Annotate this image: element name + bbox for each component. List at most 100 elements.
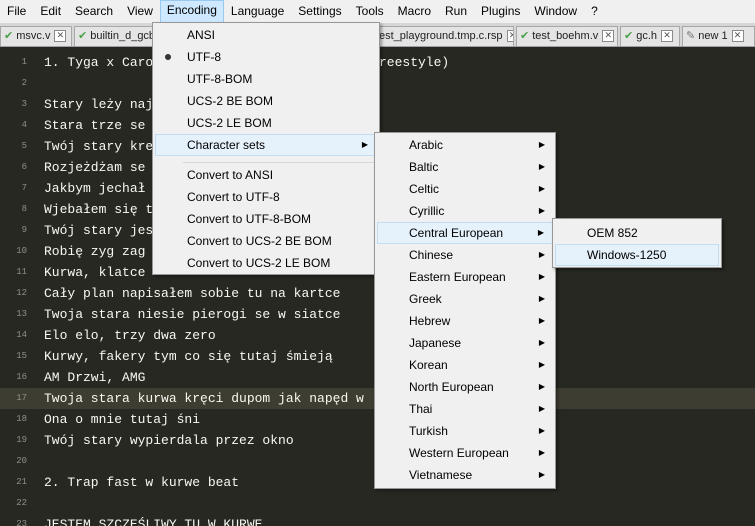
saved-check-icon: ✔ — [520, 30, 530, 42]
encoding-utf8[interactable]: UTF-8 — [155, 46, 377, 68]
codepage-oem-852[interactable]: OEM 852 — [555, 222, 719, 244]
charset-central-european[interactable]: Central European ▶ — [377, 222, 553, 244]
charset-arabic[interactable]: Arabic ▶ — [377, 134, 553, 156]
menu-help[interactable]: ? — [584, 1, 605, 22]
tab-label: msvc.v — [16, 30, 51, 42]
submenu-arrow-icon: ▶ — [361, 140, 368, 149]
saved-check-icon: ✔ — [624, 30, 634, 42]
close-icon[interactable]: ✕ — [731, 30, 744, 43]
line-number: 19 — [16, 435, 27, 445]
line-text: Twój stary wypierdala przez okno — [44, 433, 294, 448]
encoding-ansi[interactable]: ANSI — [155, 24, 377, 46]
convert-to-ansi[interactable]: Convert to ANSI — [155, 164, 377, 186]
tab-msvc-v[interactable]: ✔ msvc.v ✕ — [0, 26, 72, 46]
menu-item-label: Baltic — [409, 160, 439, 174]
convert-to-ucs2-le-bom[interactable]: Convert to UCS-2 LE BOM — [155, 252, 377, 274]
encoding-ucs2-be-bom[interactable]: UCS-2 BE BOM — [155, 90, 377, 112]
menu-language[interactable]: Language — [224, 1, 291, 22]
line-text: 1. Tyga x Caro — [44, 55, 154, 70]
line-text: Cały plan napisałem sobie tu na kartce — [44, 286, 341, 301]
charset-japanese[interactable]: Japanese ▶ — [377, 332, 553, 354]
menu-encoding[interactable]: Encoding — [159, 0, 224, 23]
encoding-character-sets[interactable]: Character sets ▶ — [155, 134, 377, 156]
menu-item-label: Turkish — [409, 424, 448, 438]
submenu-arrow-icon: ▶ — [538, 426, 545, 435]
menu-macro[interactable]: Macro — [391, 1, 438, 22]
charset-western-european[interactable]: Western European ▶ — [377, 442, 553, 464]
menu-run[interactable]: Run — [438, 1, 474, 22]
tab-new-1[interactable]: ✎ new 1 ✕ — [682, 26, 755, 46]
line-text: Stary leży naj — [44, 97, 154, 112]
line-number: 8 — [21, 204, 27, 214]
encoding-menu: ANSI UTF-8 UTF-8-BOM UCS-2 BE BOM UCS-2 … — [152, 22, 380, 275]
convert-to-ucs2-be-bom[interactable]: Convert to UCS-2 BE BOM — [155, 230, 377, 252]
submenu-arrow-icon: ▶ — [538, 316, 545, 325]
encoding-ucs2-le-bom[interactable]: UCS-2 LE BOM — [155, 112, 377, 134]
menu-item-label: Thai — [409, 402, 433, 416]
charset-hebrew[interactable]: Hebrew ▶ — [377, 310, 553, 332]
menu-item-label: Korean — [409, 358, 448, 372]
charset-cyrillic[interactable]: Cyrillic ▶ — [377, 200, 553, 222]
menu-tools[interactable]: Tools — [349, 1, 391, 22]
line-number: 3 — [21, 99, 27, 109]
close-icon[interactable]: ✕ — [661, 30, 674, 43]
menu-settings[interactable]: Settings — [291, 1, 348, 22]
menu-view[interactable]: View — [120, 1, 160, 22]
tab-est-playground[interactable]: est_playground.tmp.c.rsp✕ — [374, 26, 514, 46]
close-icon[interactable]: ✕ — [506, 30, 513, 43]
line-text: Wjebałem się t — [44, 202, 154, 217]
close-icon[interactable]: ✕ — [54, 30, 67, 43]
menu-file[interactable]: File — [0, 1, 33, 22]
tab-builtin-d-gcb[interactable]: ✔ builtin_d_gcb — [74, 26, 154, 46]
line-text: 2. Trap fast w kurwe beat — [44, 475, 240, 490]
central-european-menu: OEM 852 Windows-1250 — [552, 218, 722, 268]
menu-search[interactable]: Search — [68, 1, 120, 22]
submenu-arrow-icon: ▶ — [537, 228, 544, 237]
charset-north-european[interactable]: North European ▶ — [377, 376, 553, 398]
menu-item-label: Cyrillic — [409, 204, 445, 218]
charset-turkish[interactable]: Turkish ▶ — [377, 420, 553, 442]
character-sets-menu: Arabic ▶ Baltic ▶ Celtic ▶ Cyrillic ▶ Centra… — [374, 132, 556, 489]
menu-item-label: Hebrew — [409, 314, 451, 328]
submenu-arrow-icon: ▶ — [538, 338, 545, 347]
line-number: 2 — [21, 78, 27, 88]
line-number: 14 — [16, 330, 27, 340]
menu-window[interactable]: Window — [527, 1, 584, 22]
tab-label: gc.h — [636, 30, 658, 42]
line-text: AM Drzwi, AMG — [44, 370, 146, 385]
submenu-arrow-icon: ▶ — [538, 448, 545, 457]
menu-edit[interactable]: Edit — [33, 1, 68, 22]
line-number: 1 — [21, 57, 27, 67]
charset-vietnamese[interactable]: Vietnamese ▶ — [377, 464, 553, 486]
charset-thai[interactable]: Thai ▶ — [377, 398, 553, 420]
saved-check-icon: ✔ — [4, 30, 14, 42]
charset-eastern-european[interactable]: Eastern European ▶ — [377, 266, 553, 288]
submenu-arrow-icon: ▶ — [538, 162, 545, 171]
line-text: Elo elo, trzy dwa zero — [44, 328, 216, 343]
charset-baltic[interactable]: Baltic ▶ — [377, 156, 553, 178]
edit-pencil-icon: ✎ — [686, 30, 696, 42]
charset-chinese[interactable]: Chinese ▶ — [377, 244, 553, 266]
close-icon[interactable]: ✕ — [602, 30, 615, 43]
line-text: Robię zyg zag — [44, 244, 146, 259]
line-number: 11 — [16, 267, 27, 277]
charset-celtic[interactable]: Celtic ▶ — [377, 178, 553, 200]
menu-bar: File Edit Search View Encoding Language … — [0, 0, 755, 23]
menu-plugins[interactable]: Plugins — [474, 1, 527, 22]
codepage-windows-1250[interactable]: Windows-1250 — [555, 244, 719, 266]
convert-to-utf8-bom[interactable]: Convert to UTF-8-BOM — [155, 208, 377, 230]
line-number: 20 — [16, 456, 27, 466]
menu-item-label: North European — [409, 380, 494, 394]
charset-korean[interactable]: Korean ▶ — [377, 354, 553, 376]
saved-check-icon: ✔ — [78, 30, 88, 42]
charset-greek[interactable]: Greek ▶ — [377, 288, 553, 310]
menu-item-label: Character sets — [187, 138, 266, 152]
tab-gc-h[interactable]: ✔ gc.h ✕ — [620, 26, 680, 46]
line-number: 15 — [16, 351, 27, 361]
convert-to-utf8[interactable]: Convert to UTF-8 — [155, 186, 377, 208]
line-text: Twoja stara niesie pierogi se w siatce — [44, 307, 341, 322]
tab-test-boehm-v[interactable]: ✔ test_boehm.v ✕ — [516, 26, 618, 46]
tab-label: new 1 — [698, 30, 728, 42]
line-number: 9 — [21, 225, 27, 235]
encoding-utf8-bom[interactable]: UTF-8-BOM — [155, 68, 377, 90]
